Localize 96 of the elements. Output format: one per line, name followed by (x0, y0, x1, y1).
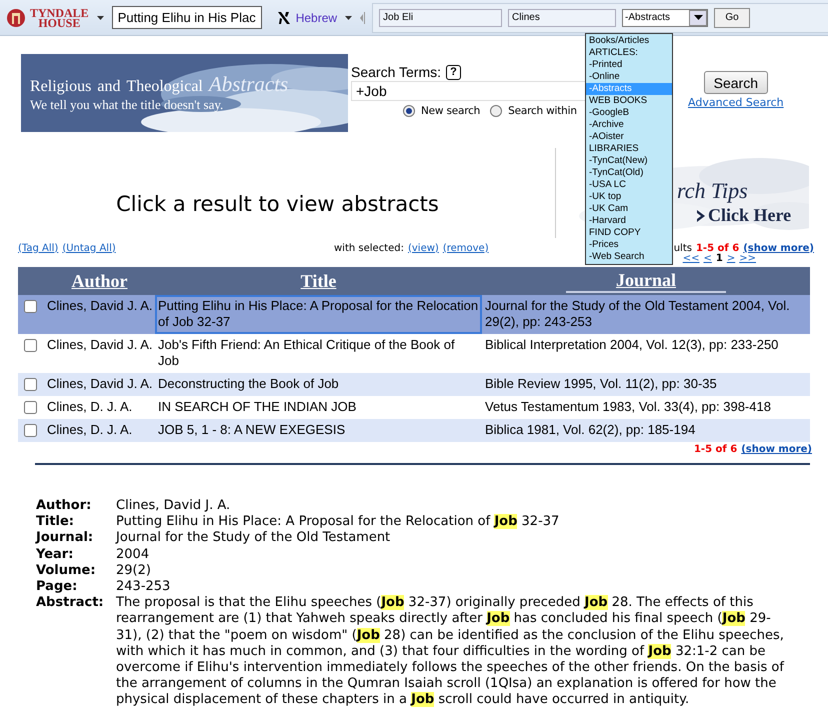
title-cell: Putting Elihu in His Place: A Proposal for the Relocation of Job 32-37 (155, 295, 482, 334)
caret-icon[interactable] (96, 16, 104, 20)
author-cell: Clines, David J. A. (47, 337, 152, 352)
search-field[interactable]: Clines (508, 8, 616, 26)
result-count: 1-5 of 6 (696, 242, 740, 254)
field-label: Volume: (36, 562, 97, 580)
help-icon[interactable]: ? (446, 64, 461, 80)
caret-icon (694, 15, 703, 20)
journal-cell: Biblical Interpretation 2004, Vol. 12(3), pp: 233-250 (485, 337, 778, 352)
menu-item[interactable]: -AOister (586, 131, 672, 143)
menu-item[interactable]: -Printed (586, 59, 672, 71)
journal-cell: Biblica 1981, Vol. 62(2), pp: 185-194 (485, 422, 696, 437)
menu-item[interactable]: -Prices (586, 239, 672, 251)
click-here-text[interactable]: Click Here (708, 205, 792, 226)
aleph-icon[interactable] (276, 10, 292, 26)
menu-item[interactable]: -Archive (586, 119, 672, 131)
field-label: Title: (36, 514, 76, 530)
field-label: Abstract: (36, 595, 105, 612)
title-cell-text: JOB 5, 1 - 8: A NEW EXEGESIS (157, 421, 346, 439)
row-checkbox[interactable] (24, 401, 37, 414)
go-button[interactable]: Go (714, 8, 750, 28)
book-select[interactable]: Putting Elihu in His Plac (112, 6, 262, 29)
menu-item[interactable]: LIBRARIES (586, 143, 672, 155)
column-header[interactable]: Author (71, 270, 128, 290)
result-count: 1-5 of 6 (694, 444, 738, 455)
menu-item[interactable]: -UK top (586, 191, 672, 203)
search-mode-radio[interactable]: New search (403, 105, 480, 117)
column-header[interactable]: Title (300, 270, 336, 290)
journal-cell: Vetus Testamentum 1983, Vol. 33(4), pp: 398-418 (485, 399, 771, 414)
search-field[interactable]: Job Eli (379, 8, 502, 26)
show-more-link[interactable]: (show more) (743, 242, 814, 254)
with-selected-label: with selected: (334, 242, 404, 254)
pager-link[interactable]: < (703, 253, 712, 267)
pager-link[interactable]: 1 (716, 253, 723, 267)
show-more-link[interactable]: (show more) (741, 444, 812, 455)
author-cell: Clines, David J. A. (47, 376, 152, 391)
field-value: Journal for the Study of the Old Testament (116, 530, 392, 547)
menu-item[interactable]: FIND COPY (586, 227, 672, 239)
source-select[interactable]: -Abstracts (622, 8, 708, 26)
title-cell-text: Job's Fifth Friend: An Ethical Critique of the Book of Job (157, 336, 456, 370)
grip-icon[interactable] (360, 10, 366, 24)
search-mode-radio[interactable]: Search within (490, 105, 577, 117)
journal-cell: Bible Review 1995, Vol. 11(2), pp: 30-35 (485, 376, 717, 391)
result-row[interactable]: Clines, David J. A. Deconstructing the Book of Job Bible Review 1995, Vol. 11(2), pp: 30-35 (18, 373, 810, 396)
banner-tagline: We tell you what the title doesn't say. (30, 97, 224, 113)
banner-title: Religious and Theological Abstracts (30, 72, 288, 97)
field-label: Journal: (36, 530, 94, 547)
menu-item[interactable]: Books/Articles (586, 35, 672, 47)
tag-link[interactable]: (Tag All) (18, 242, 58, 254)
menu-item[interactable]: -Online (586, 71, 672, 83)
caret-icon[interactable] (345, 16, 352, 20)
field-label: Year: (36, 546, 74, 563)
prompt-text: Click a result to view abstracts (0, 148, 556, 238)
journal-cell: Journal for the Study of the Old Testament 2004, Vol. 29(2), pp: 243-253 (485, 298, 790, 329)
menu-item[interactable]: -UK Cam (586, 203, 672, 215)
action-link[interactable]: (view) (408, 242, 439, 254)
menu-item[interactable]: -GoogleB (586, 107, 672, 119)
result-row[interactable]: Clines, D. J. A. JOB 5, 1 - 8: A NEW EXEGESIS Biblica 1981, Vol. 62(2), pp: 185-194 (18, 419, 810, 442)
advanced-search-link[interactable]: Advanced Search (688, 96, 784, 109)
field-value: 29(2) (116, 562, 152, 580)
results-label: ults (674, 242, 692, 254)
row-checkbox[interactable] (24, 378, 37, 391)
result-row[interactable]: Clines, David J. A. Putting Elihu in His Place: A Proposal for the Relocation of Job 32-37 Journal for the Study of the Old Testament 2004, Vol. 29(2), pp: 243-253 (18, 295, 810, 334)
column-header[interactable]: Journal (566, 270, 726, 292)
pager-link[interactable]: > (726, 253, 736, 267)
search-button[interactable]: Search (704, 71, 768, 94)
title-cell-text: Deconstructing the Book of Job (157, 375, 340, 393)
author-cell: Clines, David J. A. (47, 298, 152, 313)
chevron-icon (696, 208, 706, 222)
logo-text[interactable]: TYNDALE HOUSE (30, 8, 89, 28)
field-value: 243-253 (116, 579, 172, 596)
menu-item[interactable]: -USA LC (586, 179, 672, 191)
field-label: Author: (36, 498, 92, 514)
tips-title: rch Tips (677, 178, 748, 204)
search-label: Search Terms: (351, 64, 441, 80)
field-value: Putting Elihu in His Place: A Proposal for the Relocation of Job 32-37 (116, 514, 560, 530)
menu-item[interactable]: -TynCat(New) (586, 155, 672, 167)
menu-item[interactable]: -TynCat(Old) (586, 167, 672, 179)
row-checkbox[interactable] (24, 339, 37, 352)
tag-link[interactable]: (Untag All) (62, 242, 116, 254)
field-value: 2004 (116, 546, 150, 563)
action-link[interactable]: (remove) (442, 242, 489, 254)
author-cell: Clines, D. J. A. (47, 399, 132, 414)
menu-item[interactable]: -Harvard (586, 215, 672, 227)
row-checkbox[interactable] (24, 424, 37, 437)
language-link[interactable]: Hebrew (296, 10, 338, 24)
menu-item[interactable]: -Web Search (586, 251, 672, 263)
field-value: Clines, David J. A. (116, 498, 232, 514)
author-cell: Clines, D. J. A. (47, 422, 132, 437)
title-cell-text: IN SEARCH OF THE INDIAN JOB (157, 398, 358, 416)
pager-link[interactable]: >> (739, 253, 756, 267)
pager-link[interactable]: << (682, 253, 700, 267)
row-checkbox[interactable] (24, 300, 37, 313)
logo-icon[interactable] (6, 6, 26, 28)
menu-item[interactable]: ARTICLES: (586, 47, 672, 59)
field-label: Page: (36, 579, 78, 596)
